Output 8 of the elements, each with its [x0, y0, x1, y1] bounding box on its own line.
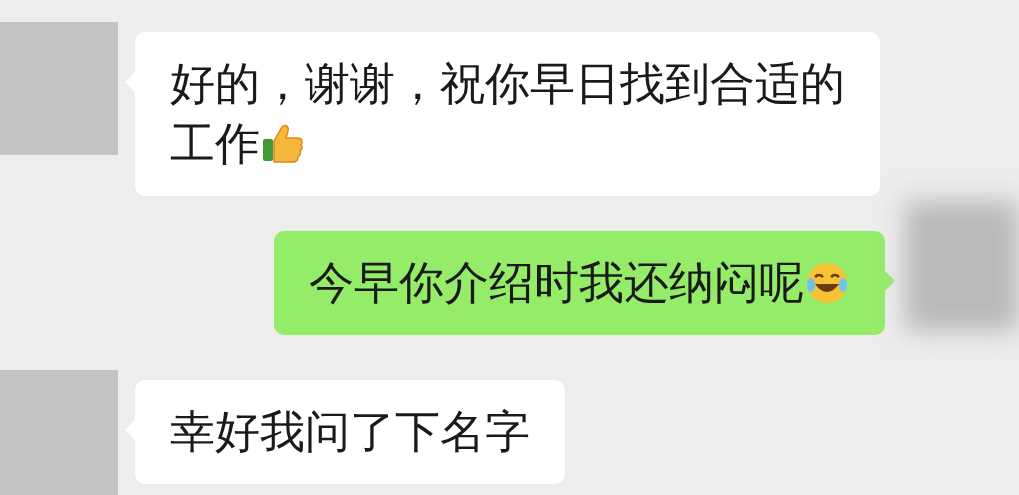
- message-text: 幸好我问了下名字: [170, 404, 530, 460]
- avatar[interactable]: [0, 22, 118, 155]
- laughing-face-icon: [804, 260, 850, 306]
- message-text: 工作: [170, 114, 845, 174]
- message-text: 好的，谢谢，祝你早日找到合适的: [170, 56, 845, 112]
- avatar[interactable]: [905, 201, 1019, 331]
- avatar[interactable]: [0, 370, 118, 495]
- message-text: 今早你介绍时我还纳闷呢: [309, 253, 850, 313]
